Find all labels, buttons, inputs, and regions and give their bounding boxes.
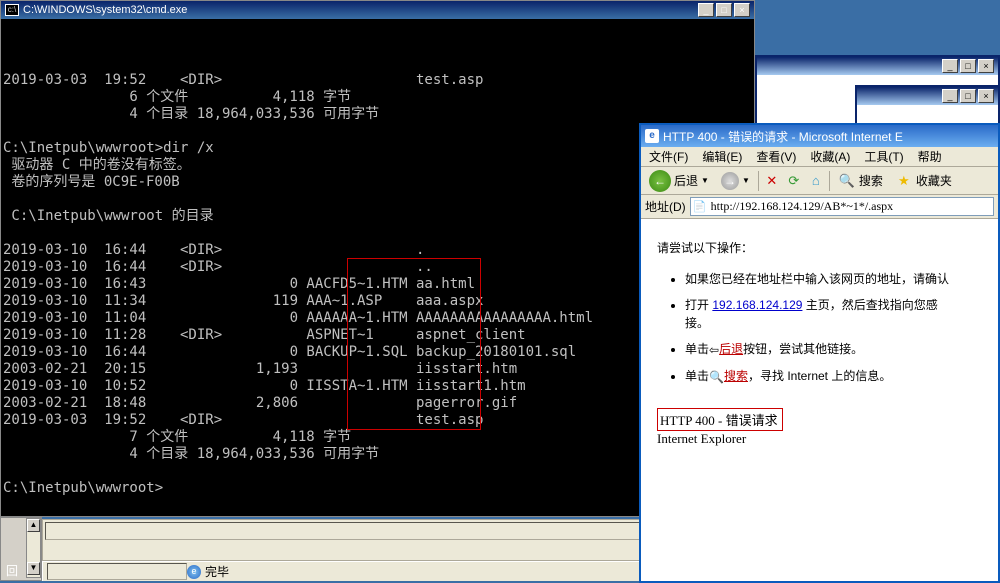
ie-titlebar[interactable]: e HTTP 400 - 错误的请求 - Microsoft Internet …	[641, 125, 998, 147]
chevron-down-icon: ▼	[742, 176, 750, 185]
menu-favorites[interactable]: 收藏(A)	[810, 148, 850, 165]
ie-title-text: HTTP 400 - 错误的请求 - Microsoft Internet E	[663, 128, 903, 145]
refresh-button[interactable]: ⟳	[785, 172, 803, 190]
ie-label: Internet Explorer	[657, 431, 746, 446]
forward-arrow-icon: →	[721, 172, 739, 190]
ie-addressbar: 地址(D) 📄	[641, 195, 998, 219]
suggestion-item: 如果您已经在地址栏中输入该网页的地址，请确认	[685, 270, 982, 288]
search-button[interactable]: 🔍 搜索	[834, 170, 887, 192]
homepage-link[interactable]: 192.168.124.129	[712, 298, 802, 312]
suggestion-item: 单击⇦后退按钮，尝试其他链接。	[685, 340, 982, 359]
stop-button[interactable]: ✕	[763, 172, 781, 190]
scroll-down-button[interactable]: ▼	[27, 562, 40, 575]
cmd-title-text: C:\WINDOWS\system32\cmd.exe	[23, 4, 187, 16]
recycle-label: 回	[6, 562, 18, 579]
back-arrow-icon: ⇦	[709, 341, 719, 359]
menu-help[interactable]: 帮助	[918, 148, 942, 165]
ie-toolbar: ← 后退 ▼ → ▼ ✕ ⟳ ⌂ 🔍 搜索 ★ 收藏夹	[641, 167, 998, 195]
menu-edit[interactable]: 编辑(E)	[702, 148, 742, 165]
menu-file[interactable]: 文件(F)	[649, 148, 688, 165]
page-icon: 📄	[693, 200, 707, 214]
statusbar-left: e 完毕	[42, 561, 639, 581]
home-button[interactable]: ⌂	[807, 172, 825, 190]
ie-page-content: 请尝试以下操作： 如果您已经在地址栏中输入该网页的地址，请确认 打开 192.1…	[641, 219, 998, 559]
close-button[interactable]: ×	[978, 59, 994, 73]
cmd-titlebar[interactable]: c:\ C:\WINDOWS\system32\cmd.exe _ □ ×	[1, 1, 754, 19]
star-icon: ★	[895, 172, 913, 190]
minimize-button[interactable]: _	[942, 59, 958, 73]
search-icon: 🔍	[709, 368, 724, 386]
suggestion-item: 打开 192.168.124.129 主页，然后查找指向您感接。	[685, 296, 982, 332]
minimize-button[interactable]: _	[698, 3, 714, 17]
menu-tools[interactable]: 工具(T)	[864, 148, 903, 165]
globe-icon: e	[187, 565, 201, 579]
cmd-icon: c:\	[5, 4, 19, 16]
ie-menubar: 文件(F) 编辑(E) 查看(V) 收藏(A) 工具(T) 帮助	[641, 147, 998, 167]
close-button[interactable]: ×	[734, 3, 750, 17]
favorites-button[interactable]: ★ 收藏夹	[891, 170, 956, 192]
search-icon: 🔍	[838, 172, 856, 190]
cmd-line: 6 个文件 4,118 字节	[3, 89, 752, 106]
chevron-down-icon: ▼	[701, 176, 709, 185]
search-link[interactable]: 搜索	[724, 369, 748, 383]
status-text-left: 完毕	[205, 563, 229, 580]
close-button[interactable]: ×	[978, 89, 994, 103]
back-button[interactable]: ← 后退 ▼	[645, 168, 713, 194]
address-label: 地址(D)	[645, 198, 686, 215]
forward-button[interactable]: → ▼	[717, 170, 754, 192]
address-input[interactable]	[690, 197, 994, 216]
maximize-button[interactable]: □	[716, 3, 732, 17]
http-400-label: HTTP 400 - 错误请求	[657, 408, 783, 431]
cmd-line: 2019-03-03 19:52 <DIR> test.asp	[3, 72, 752, 89]
ie-icon: e	[645, 129, 659, 143]
ie-window: e HTTP 400 - 错误的请求 - Microsoft Internet …	[639, 123, 1000, 583]
maximize-button[interactable]: □	[960, 89, 976, 103]
minimize-button[interactable]: _	[942, 89, 958, 103]
suggestion-item: 单击🔍搜索，寻找 Internet 上的信息。	[685, 367, 982, 386]
menu-view[interactable]: 查看(V)	[756, 148, 796, 165]
back-link[interactable]: 后退	[719, 342, 743, 356]
try-ops-heading: 请尝试以下操作：	[657, 239, 982, 256]
back-arrow-icon: ←	[649, 170, 671, 192]
scroll-up-button[interactable]: ▲	[27, 519, 40, 532]
cmd-line: 4 个目录 18,964,033,536 可用字节	[3, 106, 752, 123]
maximize-button[interactable]: □	[960, 59, 976, 73]
